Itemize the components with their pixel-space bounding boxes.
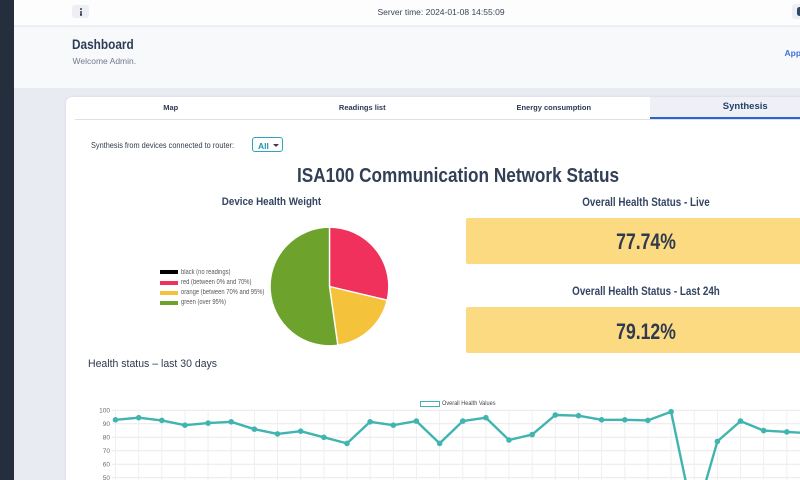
svg-text:100: 100: [99, 408, 110, 415]
svg-text:50: 50: [103, 475, 111, 480]
svg-text:90: 90: [103, 421, 111, 428]
svg-text:60: 60: [103, 462, 111, 469]
svg-text:70: 70: [103, 448, 111, 455]
svg-text:80: 80: [103, 435, 111, 442]
